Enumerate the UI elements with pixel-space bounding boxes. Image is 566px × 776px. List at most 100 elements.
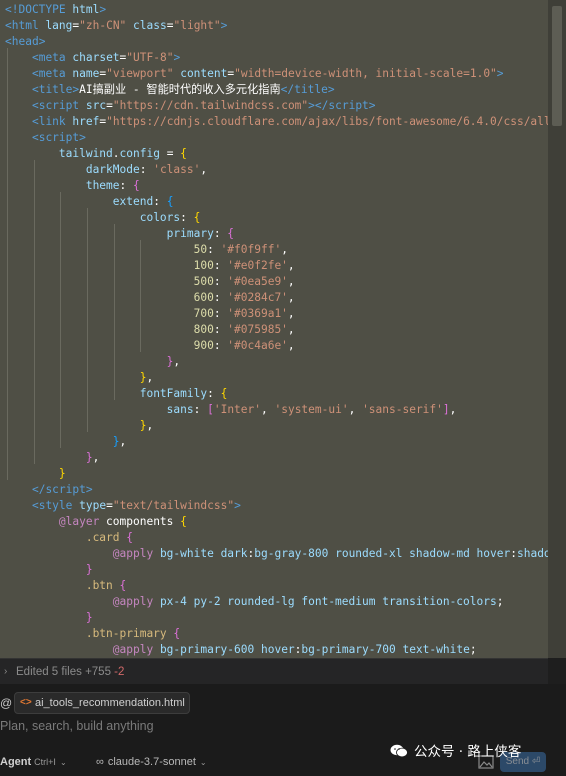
code-token: ,	[92, 451, 100, 464]
code-line[interactable]: <script>	[5, 130, 86, 146]
code-token: sans	[166, 403, 194, 416]
code-line[interactable]: }	[5, 610, 93, 626]
mention-button[interactable]: @	[0, 694, 12, 712]
code-line[interactable]: 800: '#075985',	[5, 322, 295, 338]
code-line[interactable]: <meta charset="UTF-8">	[5, 50, 180, 66]
code-token: hover	[476, 547, 511, 560]
code-token: ,	[287, 275, 295, 288]
model-name: claude-3.7-sonnet	[107, 756, 196, 768]
code-line[interactable]: tailwind.config = {	[5, 146, 187, 162]
code-token: :	[213, 275, 228, 288]
code-line[interactable]: },	[5, 450, 100, 466]
code-token: :	[213, 323, 228, 336]
editor-scrollbar[interactable]	[548, 0, 566, 658]
code-token: :	[153, 195, 167, 208]
code-line[interactable]: 500: '#0ea5e9',	[5, 274, 295, 290]
code-line[interactable]: darkMode: 'class',	[5, 162, 207, 178]
code-line[interactable]: sans: ['Inter', 'system-ui', 'sans-serif…	[5, 402, 457, 418]
code-line[interactable]: <html lang="zh-CN" class="light">	[5, 18, 227, 34]
code-token: {	[180, 515, 187, 528]
code-token: =	[106, 499, 113, 512]
code-token: "width=device-width, initial-scale=1.0"	[234, 67, 497, 80]
code-token: <	[31, 115, 39, 128]
code-line[interactable]: </script>	[5, 482, 93, 498]
context-file-chip[interactable]: <> ai_tools_recommendation.html	[14, 692, 190, 714]
code-line[interactable]: }	[5, 562, 93, 578]
edited-files-summary: Edited 5 files +755 -2	[16, 659, 124, 685]
code-line[interactable]: .card {	[5, 530, 133, 546]
code-token: .btn	[85, 579, 120, 592]
code-token: 'sans-serif'	[362, 403, 443, 416]
code-line[interactable]: }	[5, 466, 66, 482]
code-line[interactable]: extend: {	[5, 194, 174, 210]
code-line[interactable]: 900: '#0c4a6e',	[5, 338, 295, 354]
code-token: }	[85, 611, 93, 624]
code-line[interactable]: },	[5, 354, 181, 370]
code-token: @apply	[112, 547, 154, 560]
scrollbar-thumb[interactable]	[552, 6, 562, 126]
code-token: AI搞副业 - 智能时代的收入多元化指南	[79, 83, 281, 96]
code-line[interactable]: fontFamily: {	[5, 386, 228, 402]
code-line[interactable]: @apply px-4 py-2 rounded-lg font-medium …	[5, 594, 504, 610]
code-line[interactable]: <!DOCTYPE html>	[5, 2, 106, 18]
code-line[interactable]: .btn {	[5, 578, 126, 594]
chevron-right-icon[interactable]: ›	[4, 659, 7, 685]
code-line[interactable]: 600: '#0284c7',	[5, 290, 295, 306]
code-line[interactable]: <link href="https://cdnjs.cloudflare.com…	[5, 114, 548, 130]
code-token: >	[496, 67, 504, 80]
code-token: :	[180, 211, 194, 224]
code-token: meta	[38, 51, 73, 64]
code-line[interactable]: },	[5, 418, 154, 434]
code-line[interactable]: @apply bg-primary-600 hover:bg-primary-7…	[5, 642, 477, 658]
code-token: src	[85, 99, 107, 112]
code-token: =	[106, 99, 113, 112]
code-line[interactable]: <title>AI搞副业 - 智能时代的收入多元化指南</title>	[5, 82, 335, 98]
code-line[interactable]: @layer components {	[5, 514, 187, 530]
code-token: 600	[193, 291, 214, 304]
code-token: ></	[308, 99, 329, 112]
code-token: components	[99, 515, 181, 528]
edited-files-bar[interactable]: › Edited 5 files +755 -2	[0, 658, 548, 685]
code-line[interactable]: colors: {	[5, 210, 201, 226]
code-token: </	[31, 483, 46, 496]
code-token: {	[180, 147, 187, 160]
code-token: >	[368, 99, 376, 112]
code-line[interactable]: },	[5, 434, 127, 450]
code-editor[interactable]: <!DOCTYPE html> <html lang="zh-CN" class=…	[0, 0, 548, 658]
code-token: hover	[260, 643, 295, 656]
code-line[interactable]: 50: '#f0f9ff',	[5, 242, 288, 258]
model-selector[interactable]: ∞ claude-3.7-sonnet ⌄	[96, 753, 207, 771]
code-line[interactable]: .btn-primary {	[5, 626, 180, 642]
code-token: theme	[85, 179, 120, 192]
code-token: 100	[193, 259, 214, 272]
code-token: <	[31, 67, 39, 80]
agent-mode-selector[interactable]: Agent Ctrl+I ⌄	[0, 753, 67, 771]
code-token: '#0ea5e9'	[227, 275, 288, 288]
code-line[interactable]: <style type="text/tailwindcss">	[5, 498, 241, 514]
code-token: 50	[193, 243, 208, 256]
code-line[interactable]: theme: {	[5, 178, 140, 194]
code-token: content	[180, 67, 228, 80]
code-token: <	[5, 35, 12, 48]
code-line[interactable]: <head>	[5, 34, 45, 50]
code-token: ;	[469, 643, 477, 656]
code-line[interactable]: primary: {	[5, 226, 234, 242]
chat-input[interactable]: Plan, search, build anything	[0, 716, 154, 736]
html-file-icon: <>	[20, 697, 32, 708]
code-line[interactable]: <script src="https://cdn.tailwindcss.com…	[5, 98, 376, 114]
code-line[interactable]: 100: '#e0f2fe',	[5, 258, 295, 274]
code-line[interactable]: 700: '#0369a1',	[5, 306, 295, 322]
code-line[interactable]: },	[5, 370, 154, 386]
code-token: charset	[72, 51, 120, 64]
code-token: fontFamily	[139, 387, 208, 400]
code-line[interactable]: @apply bg-white dark: bg-gray-800 rounded…	[5, 546, 548, 562]
code-token: meta	[38, 67, 73, 80]
code-line[interactable]: <meta name="viewport" content="width=dev…	[5, 66, 504, 82]
code-token: darkMode	[85, 163, 140, 176]
